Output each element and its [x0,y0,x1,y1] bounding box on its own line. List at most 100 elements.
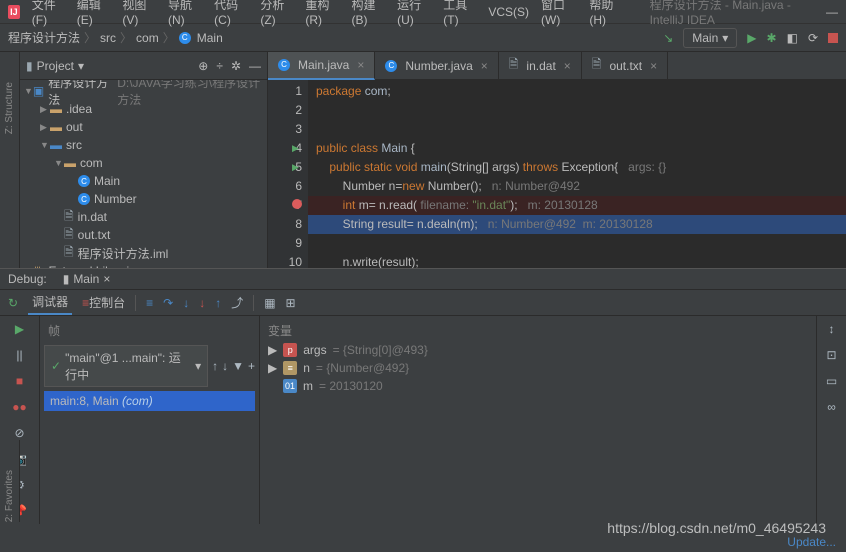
drop-frame-icon[interactable]: ⤴ [231,294,243,311]
title-bar: IJ 文件(F) 编辑(E) 视图(V) 导航(N) 代码(C) 分析(Z) 重… [0,0,846,24]
collapse-icon[interactable]: ÷ [216,59,223,73]
close-icon[interactable]: × [357,58,364,72]
menu-tools[interactable]: 工具(T) [437,0,482,27]
gutter[interactable]: 123 4▶ 5▶ 6 7 891011 [268,80,308,268]
menu-window[interactable]: 窗口(W) [535,0,583,27]
breakpoint-icon[interactable] [292,199,302,209]
bc-src[interactable]: src [100,31,116,45]
add-icon[interactable]: + [248,359,255,373]
select-opened-icon[interactable]: ⊕ [198,59,208,73]
object-icon: ≡ [283,361,297,375]
debug-icon[interactable]: ✱ [767,31,777,45]
stop-icon[interactable] [828,33,838,43]
breadcrumb[interactable]: 程序设计方法〉 src〉 com〉 C Main [8,29,223,46]
evaluate-icon[interactable]: ▦ [264,296,275,310]
memory-icon[interactable]: ▭ [826,374,837,388]
tree-com[interactable]: ▼▬com [20,154,267,172]
filter-icon[interactable]: ▼ [232,359,244,373]
run-config-dropdown[interactable]: Main ▾ [683,28,737,48]
close-icon[interactable]: × [481,59,488,73]
close-icon[interactable]: × [103,272,110,286]
bc-class[interactable]: Main [197,31,223,45]
debug-session-tab[interactable]: ▮Main× [57,272,117,286]
step-over-icon[interactable]: ↷ [163,296,173,310]
step-into-icon[interactable]: ↓ [183,296,189,310]
mute-breakpoints-icon[interactable]: ⊘ [14,426,24,440]
variables-panel: 变量 ▶pargs= {String[0]@493} ▶≡n= {Number@… [260,316,816,524]
step-out-icon[interactable]: ↑ [215,296,221,310]
menu-help[interactable]: 帮助(H) [583,0,629,27]
watches-icon[interactable]: ∞ [827,400,836,414]
gear-icon[interactable]: ✲ [231,59,241,73]
menu-code[interactable]: 代码(C) [208,0,254,27]
status-bar: Update... [787,532,836,552]
tree-main-class[interactable]: CMain [20,172,267,190]
hide-icon[interactable]: — [249,59,261,73]
file-icon: 🗎 [509,55,519,76]
stop-icon[interactable]: ■ [16,374,23,388]
profile-icon[interactable]: ⟳ [808,31,818,45]
frame-row[interactable]: main:8, Main (com) [44,391,255,411]
run-line-icon[interactable]: ▶ [292,139,299,158]
tab-out-txt[interactable]: 🗎out.txt× [582,52,668,80]
show-execution-icon[interactable]: ≡ [146,296,153,310]
tree-src[interactable]: ▼▬src [20,136,267,154]
run-icon[interactable]: ▶ [747,31,756,45]
var-n[interactable]: ▶≡n= {Number@492} [264,359,812,377]
update-link[interactable]: Update... [787,535,836,549]
coverage-icon[interactable]: ◧ [787,31,798,45]
favorites-tool-button[interactable]: 2: Favorites [4,470,15,522]
param-icon: p [283,343,297,357]
next-frame-icon[interactable]: ↓ [222,359,228,373]
tree-external[interactable]: ▶⊪External Libraries [20,262,267,268]
navigation-bar: 程序设计方法〉 src〉 com〉 C Main ↘ Main ▾ ▶ ✱ ◧ … [0,24,846,52]
bc-pkg[interactable]: com [136,31,159,45]
menu-analyze[interactable]: 分析(Z) [254,0,299,27]
prev-frame-icon[interactable]: ↑ [212,359,218,373]
sort-icon[interactable]: ⊡ [826,348,836,362]
minimize-icon[interactable]: — [826,5,838,19]
tree-out-txt[interactable]: 🗎out.txt [20,226,267,244]
menu-navigate[interactable]: 导航(N) [162,0,208,27]
menu-view[interactable]: 视图(V) [116,0,162,27]
tree-out[interactable]: ▶▬out [20,118,267,136]
menu-build[interactable]: 构建(B) [346,0,392,27]
close-icon[interactable]: × [650,59,657,73]
structure-tool-button[interactable]: Z: Structure [4,82,15,134]
restore-layout-icon[interactable]: ↕ [829,322,835,336]
pause-icon[interactable]: || [16,348,22,362]
tab-number-java[interactable]: CNumber.java× [375,52,498,80]
app-icon: ▮ [63,272,70,286]
chevron-down-icon: ▾ [722,31,728,45]
project-tree[interactable]: ▼▣程序设计方法D:\JAVA学习练习\程序设计方法 ▶▬.idea ▶▬out… [20,80,267,268]
tree-number-class[interactable]: CNumber [20,190,267,208]
breakpoints-icon[interactable]: ●● [12,400,27,414]
menu-refactor[interactable]: 重构(R) [299,0,345,27]
console-tab[interactable]: ≡控制台 [82,294,125,311]
close-icon[interactable]: × [564,59,571,73]
var-args[interactable]: ▶pargs= {String[0]@493} [264,341,812,359]
debugger-tab[interactable]: 调试器 [28,290,72,315]
code-content[interactable]: package com; public class Main { public … [308,80,846,268]
menu-file[interactable]: 文件(F) [26,0,71,27]
run-line-icon[interactable]: ▶ [292,158,299,177]
thread-selector[interactable]: ✓ "main"@1 ...main": 运行中 ▾ [44,345,208,387]
editor-tabs: CMain.java× CNumber.java× 🗎in.dat× 🗎out.… [268,52,846,80]
trace-icon[interactable]: ⊞ [286,296,296,310]
build-icon[interactable]: ↘ [663,31,673,45]
resume-icon[interactable]: ▶ [15,322,24,336]
force-step-into-icon[interactable]: ↓ [199,296,205,310]
menu-vcs[interactable]: VCS(S) [482,5,535,19]
tree-iml[interactable]: 🗎程序设计方法.iml [20,244,267,262]
bc-project[interactable]: 程序设计方法 [8,29,80,46]
menu-edit[interactable]: 编辑(E) [71,0,117,27]
tab-main-java[interactable]: CMain.java× [268,52,375,80]
menu-run[interactable]: 运行(U) [391,0,437,27]
tab-in-dat[interactable]: 🗎in.dat× [499,52,582,80]
rerun-icon[interactable]: ↻ [8,296,18,310]
var-m[interactable]: 01m= 20130120 [264,377,812,395]
tree-in-dat[interactable]: 🗎in.dat [20,208,267,226]
tree-root[interactable]: ▼▣程序设计方法D:\JAVA学习练习\程序设计方法 [20,82,267,100]
class-icon: C [179,32,191,44]
chevron-down-icon[interactable]: ▾ [78,59,84,73]
